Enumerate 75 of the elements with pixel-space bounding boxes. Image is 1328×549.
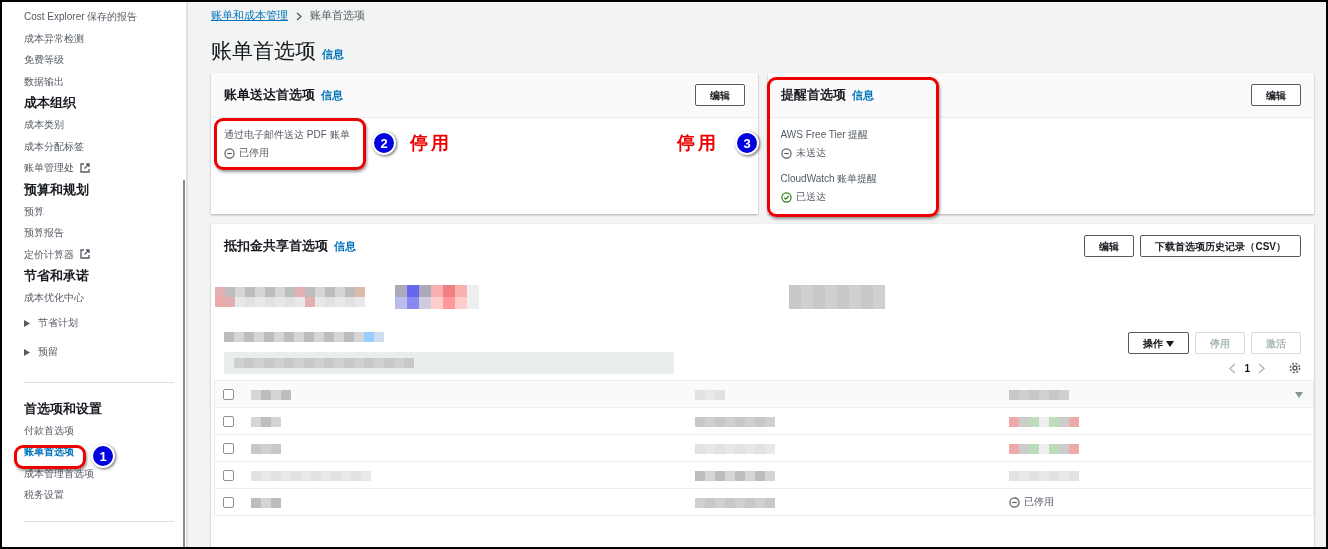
- status-text: 已停用: [1009, 495, 1279, 509]
- sidebar-item[interactable]: 税务设置: [24, 484, 64, 506]
- breadcrumb-current: 账单首选项: [310, 9, 365, 23]
- row-checkbox[interactable]: [223, 496, 234, 508]
- status-text: 已送达: [780, 190, 826, 204]
- page-number[interactable]: 1: [1244, 362, 1250, 374]
- annotation-note: 停用: [677, 132, 719, 155]
- card-title: 抵扣金共享首选项: [224, 237, 328, 255]
- caret-right-icon: [24, 319, 30, 327]
- minus-circle-icon: [224, 147, 235, 159]
- field-label: CloudWatch 账单提醒: [780, 172, 878, 186]
- minus-circle-icon: [1009, 496, 1020, 508]
- pixelated-area: [251, 497, 281, 508]
- edit-button[interactable]: 编辑: [694, 84, 745, 106]
- chevron-left-icon[interactable]: [1229, 362, 1237, 374]
- info-link[interactable]: 信息: [851, 88, 874, 103]
- status-text: 未送达: [780, 146, 826, 160]
- caret-down-icon[interactable]: [1295, 391, 1303, 398]
- edit-button[interactable]: 编辑: [1251, 84, 1301, 106]
- annotation-note: 停用: [410, 132, 452, 155]
- highlight-ring: [14, 445, 86, 469]
- pixelated-area: [695, 389, 726, 400]
- sidebar-item[interactable]: 预算: [24, 200, 44, 222]
- sidebar-heading: 节省和承诺: [24, 268, 90, 285]
- settings-icon[interactable]: [1289, 362, 1301, 374]
- sidebar-item[interactable]: 成本类别: [24, 114, 64, 136]
- pixelated-area: [251, 443, 281, 454]
- sidebar-item[interactable]: 成本异常检测: [24, 27, 84, 49]
- pixelated-area: [1009, 470, 1079, 481]
- check-circle-icon: [780, 191, 792, 203]
- sidebar-item[interactable]: 成本分配标签: [24, 135, 84, 157]
- info-link[interactable]: 信息: [334, 239, 356, 254]
- sidebar-item[interactable]: Cost Explorer 保存的报告: [24, 6, 138, 28]
- row-checkbox[interactable]: [223, 469, 234, 481]
- minus-circle-icon: [780, 147, 792, 159]
- card-title: 账单送达首选项: [224, 86, 315, 104]
- field-label: AWS Free Tier 提醒: [780, 128, 869, 142]
- chevron-right-icon[interactable]: [1258, 362, 1265, 374]
- row-checkbox[interactable]: [223, 442, 234, 454]
- sidebar-item[interactable]: 成本管理首选项: [24, 462, 94, 484]
- external-link-icon: [80, 249, 90, 260]
- breadcrumb-link[interactable]: 账单和成本管理: [211, 9, 288, 23]
- sidebar-heading: 预算和规划: [24, 181, 90, 199]
- sidebar-item[interactable]: 免费等级: [24, 49, 64, 71]
- sidebar-heading: 首选项和设置: [24, 400, 103, 418]
- pixelated-area: [1009, 389, 1069, 400]
- caret-right-icon: [24, 348, 30, 356]
- chevron-right-icon: [296, 11, 302, 21]
- info-link[interactable]: 信息: [321, 88, 343, 103]
- pixelated-area: [251, 416, 281, 427]
- caret-down-icon: [1166, 341, 1174, 347]
- sidebar-item[interactable]: 成本优化中心: [24, 287, 84, 309]
- sidebar-expandable-item[interactable]: 预留: [24, 337, 58, 367]
- edit-button[interactable]: 编辑: [1084, 235, 1135, 257]
- row-checkbox[interactable]: [223, 415, 234, 427]
- card-title: 提醒首选项: [780, 86, 846, 104]
- sidebar-item[interactable]: 预算报告: [24, 222, 64, 244]
- download-button[interactable]: 下载首选项历史记录（CSV）: [1140, 235, 1301, 257]
- page-title: 账单首选项: [211, 38, 316, 64]
- pixelated-area: [251, 389, 291, 400]
- info-link[interactable]: 信息: [322, 48, 344, 62]
- sidebar-item[interactable]: 付款首选项: [24, 419, 74, 441]
- field-label: 通过电子邮件送达 PDF 账单: [224, 128, 350, 142]
- select-all-checkbox[interactable]: [223, 388, 234, 400]
- status-text: 已停用: [224, 146, 269, 160]
- filter-field[interactable]: [224, 352, 674, 374]
- sidebar-item[interactable]: 数据输出: [24, 70, 64, 92]
- actions-dropdown[interactable]: 操作: [1128, 332, 1189, 354]
- sidebar-item[interactable]: 定价计算器: [24, 243, 74, 265]
- sidebar-item[interactable]: 账单管理处: [24, 157, 74, 179]
- external-link-icon: [80, 162, 90, 173]
- sidebar-heading: 成本组织: [24, 95, 77, 112]
- pixelated-area: [1009, 416, 1079, 427]
- pixelated-area: [1009, 443, 1079, 454]
- sidebar-expandable-item[interactable]: 节省计划: [24, 308, 78, 338]
